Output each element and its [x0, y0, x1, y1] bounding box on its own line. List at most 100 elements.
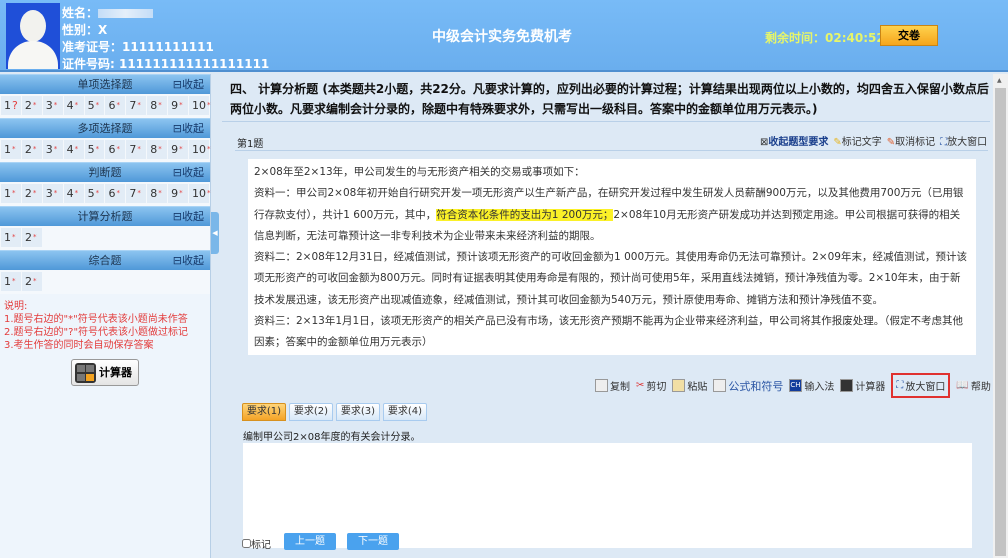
enlarge-window-button[interactable]: ⛶放大窗口 [940, 133, 987, 148]
question-link[interactable]: 4* [63, 140, 84, 159]
section-header: 计算分析题 ⊟收起 [0, 206, 210, 226]
question-link[interactable]: 8* [147, 96, 168, 115]
help-button[interactable]: 📖 帮助 [956, 378, 990, 393]
remaining-time: 剩余时间：02:40:52 [765, 31, 885, 45]
divider [222, 121, 990, 122]
prev-question-button[interactable]: 上一题 [284, 533, 336, 550]
question-link[interactable]: 7* [126, 140, 147, 159]
divider [235, 150, 988, 151]
question-link[interactable]: 2* [21, 140, 42, 159]
collapse-requirements-button[interactable]: ⊠收起题型要求 [760, 133, 828, 148]
copy-button[interactable]: 复制 [595, 378, 630, 393]
section-header: 综合题 ⊟收起 [0, 250, 210, 270]
scissors-icon: ✂ [636, 380, 645, 391]
question-link[interactable]: 10* [189, 140, 211, 159]
collapse-sidebar-handle[interactable]: ◀ [211, 212, 219, 254]
tab-requirement-4[interactable]: 要求(4) [383, 403, 427, 421]
collapse-button[interactable]: ⊟收起 [173, 119, 204, 138]
mark-text-button[interactable]: ✎标记文字 [833, 133, 881, 148]
question-link[interactable]: 6* [105, 96, 126, 115]
question-grid: 1* 2* [0, 226, 210, 250]
section-header: 多项选择题 ⊟收起 [0, 118, 210, 138]
calculator-icon [75, 363, 96, 383]
question-link[interactable]: 1* [1, 184, 21, 203]
collapse-button[interactable]: ⊟收起 [173, 163, 204, 182]
question-link[interactable]: 10* [189, 184, 211, 203]
question-link[interactable]: 8* [147, 184, 168, 203]
section-header: 单项选择题 ⊟收起 [0, 74, 210, 94]
submit-button[interactable]: 交卷 [880, 25, 938, 46]
question-link[interactable]: 5* [84, 184, 105, 203]
question-link[interactable]: 3* [42, 184, 63, 203]
question-link[interactable]: 5* [84, 96, 105, 115]
input-method-button[interactable]: CH 输入法 [789, 378, 834, 393]
instructions: 说明: 1.题号右边的"*"符号代表该小题尚未作答 2.题号右边的"?"符号代表… [0, 294, 210, 358]
question-link[interactable]: 1* [1, 228, 21, 247]
paste-button[interactable]: 粘贴 [672, 378, 707, 393]
question-link[interactable]: 10* [189, 96, 211, 115]
question-link[interactable]: 9* [168, 140, 189, 159]
clipboard-icon [672, 379, 686, 392]
question-grid: 1? 2* 3* 4* 5* 6* 7* 8* 9* 10* [0, 94, 211, 118]
question-link[interactable]: 1* [1, 140, 21, 159]
question-grid: 1* 2* 3* 4* 5* 6* 7* 8* 9* 10* [0, 182, 211, 206]
question-link[interactable]: 4* [63, 96, 84, 115]
question-number: 第1题 [237, 139, 264, 150]
question-link[interactable]: 8* [147, 140, 168, 159]
scrollbar[interactable]: ▲ [993, 74, 1008, 558]
header: 姓名： 性别：X 准考证号：11111111111 证件号码: 11111111… [0, 0, 1008, 72]
collapse-button[interactable]: ⊟收起 [173, 207, 204, 226]
note: 说明: [4, 301, 28, 312]
requirement-tabs: 要求(1) 要求(2) 要求(3) 要求(4) [242, 403, 427, 421]
question-navigator: 单项选择题 ⊟收起 1? 2* 3* 4* 5* 6* 7* 8* 9* 10* 多项选择题 ⊟收起 1* 2… [0, 74, 211, 558]
candidate-name: 姓名： [62, 4, 154, 21]
section-heading: 四、 计算分析题 (本类题共2小题，共22分。凡要求计算的，应列出必要的计算过程… [230, 82, 989, 116]
question-link[interactable]: 9* [168, 96, 189, 115]
question-link[interactable]: 2* [21, 96, 42, 115]
question-tools: ⊠收起题型要求 ✎标记文字 ✎取消标记 ⛶放大窗口 [760, 133, 987, 148]
enlarge-window-tool-button[interactable]: ⛶ 放大窗口 [891, 373, 951, 398]
expand-icon: ⛶ [896, 380, 904, 391]
candidate-photo [6, 3, 60, 69]
question-link[interactable]: 1? [1, 96, 21, 115]
highlighted-text: 符合资本化条件的支出为1 200万元； [436, 208, 614, 221]
question-link[interactable]: 3* [42, 96, 63, 115]
question-link[interactable]: 2* [22, 228, 42, 247]
calculator-button[interactable]: 计算器 [71, 359, 139, 386]
tab-requirement-1[interactable]: 要求(1) [242, 403, 286, 421]
note: 2.题号右边的"?"符号代表该小题做过标记 [4, 327, 189, 338]
collapse-button[interactable]: ⊟收起 [173, 75, 204, 94]
question-link[interactable]: 7* [126, 184, 147, 203]
unmark-button[interactable]: ✎取消标记 [887, 133, 935, 148]
question-link[interactable]: 5* [84, 140, 105, 159]
question-link[interactable]: 2* [22, 272, 42, 291]
question-link[interactable]: 3* [42, 140, 63, 159]
question-link[interactable]: 9* [168, 184, 189, 203]
collapse-button[interactable]: ⊟收起 [173, 251, 204, 270]
calculator-icon [840, 379, 854, 392]
note: 3.考生作答的同时会自动保存答案 [4, 340, 154, 351]
question-link[interactable]: 7* [126, 96, 147, 115]
mark-checkbox[interactable]: 标记 [242, 536, 271, 551]
requirement-text: 编制甲公司2×08年度的有关会计分录。 [243, 432, 421, 443]
next-question-button[interactable]: 下一题 [347, 533, 399, 550]
eraser-icon: ✎ [886, 137, 896, 148]
question-link[interactable]: 4* [63, 184, 84, 203]
question-grid: 1* 2* [0, 270, 210, 294]
tab-requirement-2[interactable]: 要求(2) [289, 403, 333, 421]
question-link[interactable]: 6* [105, 184, 126, 203]
question-link[interactable]: 1* [1, 272, 21, 291]
formula-button[interactable]: 公式和符号 [713, 378, 783, 394]
exam-number: 准考证号：11111111111 [62, 40, 214, 54]
question-link[interactable]: 2* [21, 184, 42, 203]
calculator-tool-button[interactable]: 计算器 [840, 378, 885, 393]
candidate-gender: 性别：X [62, 23, 108, 37]
tab-requirement-3[interactable]: 要求(3) [336, 403, 380, 421]
note: 1.题号右边的"*"符号代表该小题尚未作答 [4, 314, 188, 325]
formula-icon [713, 379, 727, 392]
section-header: 判断题 ⊟收起 [0, 162, 210, 182]
question-grid: 1* 2* 3* 4* 5* 6* 7* 8* 9* 10* [0, 138, 211, 162]
book-icon: 📖 [956, 380, 969, 391]
question-link[interactable]: 6* [105, 140, 126, 159]
cut-button[interactable]: ✂ 剪切 [636, 378, 666, 393]
